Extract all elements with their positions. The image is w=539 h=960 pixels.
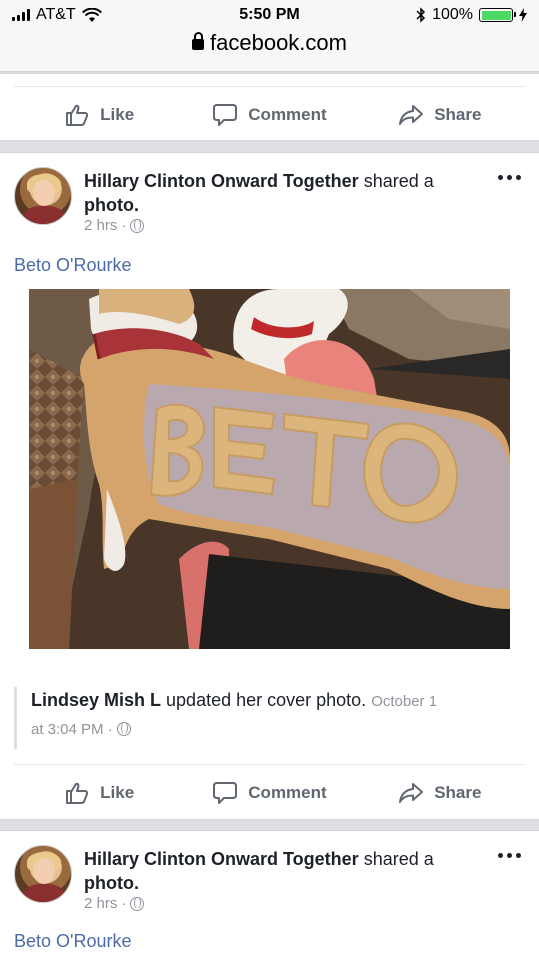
bluetooth-icon	[416, 7, 426, 23]
dog-photo-image	[29, 289, 510, 649]
previous-post-card: Like Comment Share	[0, 73, 539, 141]
comment-icon	[213, 103, 238, 126]
avatar[interactable]	[14, 167, 72, 225]
shared-time: at 3:04 PM	[31, 721, 104, 738]
post-title: Hillary Clinton Onward Together shared a…	[84, 849, 434, 893]
charging-icon	[519, 8, 527, 22]
like-button[interactable]: Like	[14, 780, 184, 806]
thumbs-up-icon	[66, 104, 89, 126]
address-bar[interactable]: facebook.com	[0, 30, 539, 56]
comment-button[interactable]: Comment	[184, 780, 354, 806]
globe-icon	[116, 722, 131, 736]
photo-link[interactable]: photo.	[84, 195, 139, 215]
battery-icon	[479, 8, 516, 22]
url-text: facebook.com	[210, 30, 347, 55]
author-name[interactable]: Hillary Clinton Onward Together	[84, 849, 359, 869]
share-button[interactable]: Share	[355, 780, 525, 806]
like-button[interactable]: Like	[14, 102, 184, 128]
shared-date: October 1	[371, 693, 438, 710]
post-card: Hillary Clinton Onward Together shared a…	[0, 830, 539, 960]
globe-icon	[130, 218, 145, 233]
lock-icon	[192, 32, 205, 50]
share-button[interactable]: Share	[355, 102, 525, 128]
post-meta: 2 hrs ·	[84, 217, 145, 234]
action-bar: Like Comment Share	[14, 764, 525, 820]
post-photo[interactable]	[29, 289, 510, 649]
status-bar: AT&T 5:50 PM 100%	[0, 6, 539, 26]
post-text-link[interactable]: Beto O'Rourke	[14, 931, 132, 952]
post-time[interactable]: 2 hrs	[84, 217, 117, 234]
browser-chrome: AT&T 5:50 PM 100% facebook.com	[0, 0, 539, 72]
avatar[interactable]	[14, 845, 72, 903]
post-text-link[interactable]: Beto O'Rourke	[14, 255, 132, 276]
share-icon	[399, 782, 424, 803]
photo-link[interactable]: photo.	[84, 873, 139, 893]
shared-author-name[interactable]: Lindsey Mish L	[31, 690, 161, 710]
battery-percent: 100%	[432, 6, 473, 23]
shared-post-attribution[interactable]: Lindsey Mish L updated her cover photo. …	[14, 687, 504, 749]
comment-button[interactable]: Comment	[184, 102, 354, 128]
more-options-button[interactable]	[498, 853, 521, 858]
thumbs-up-icon	[66, 782, 89, 804]
action-bar: Like Comment Share	[14, 86, 525, 142]
post-header: Hillary Clinton Onward Together shared a…	[14, 167, 525, 237]
share-icon	[399, 104, 424, 125]
globe-icon	[130, 896, 145, 911]
post-title: Hillary Clinton Onward Together shared a…	[84, 171, 434, 215]
post-time[interactable]: 2 hrs	[84, 895, 117, 912]
post-header: Hillary Clinton Onward Together shared a…	[14, 845, 525, 915]
comment-icon	[213, 781, 238, 804]
post-card: Hillary Clinton Onward Together shared a…	[0, 152, 539, 820]
author-name[interactable]: Hillary Clinton Onward Together	[84, 171, 359, 191]
more-options-button[interactable]	[498, 175, 521, 180]
post-meta: 2 hrs ·	[84, 895, 145, 912]
